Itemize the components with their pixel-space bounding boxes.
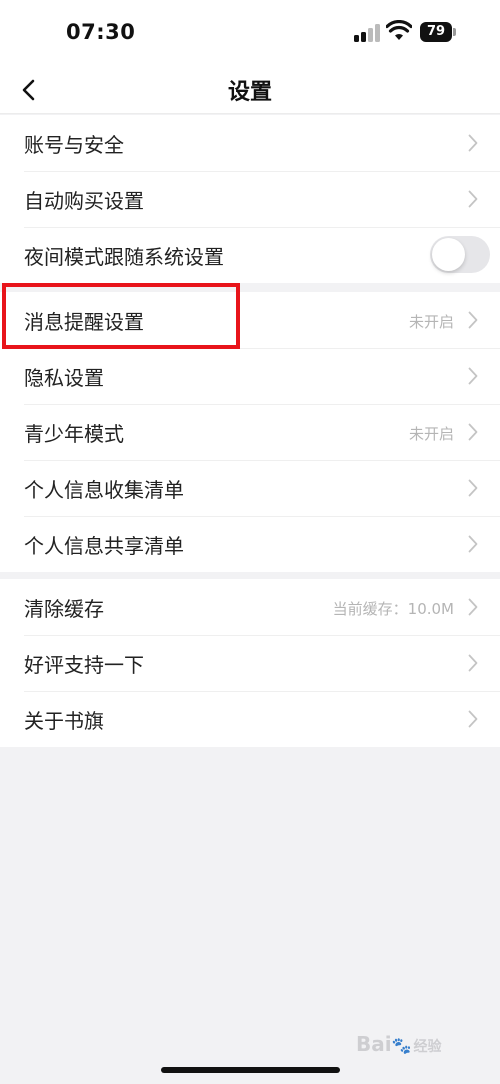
home-indicator[interactable] [161,1067,340,1073]
row-teen-mode[interactable]: 青少年模式 未开启 [0,404,500,460]
chevron-right-icon [468,654,478,672]
row-label: 清除缓存 [24,597,104,621]
row-label: 夜间模式跟随系统设置 [24,245,224,269]
row-label: 好评支持一下 [24,653,144,677]
settings-group-misc: 清除缓存 当前缓存：10.0M 好评支持一下 关于书旗 [0,579,500,747]
row-label: 隐私设置 [24,366,104,390]
row-value: 未开启 [408,313,454,331]
page-title: 设置 [227,80,272,105]
row-label: 消息提醒设置 [24,310,144,334]
settings-group-account: 账号与安全 自动购买设置 夜间模式跟随系统设置 [0,115,500,283]
status-bar: 07:30 79 [0,0,500,66]
chevron-right-icon [468,367,478,385]
row-night-mode: 夜间模式跟随系统设置 [0,227,500,283]
row-personal-info-collection[interactable]: 个人信息收集清单 [0,460,500,516]
toggle-knob [432,238,465,271]
battery-icon: 79 [420,22,456,42]
wifi-icon [386,20,412,40]
row-label: 个人信息收集清单 [24,478,184,502]
chevron-right-icon [468,710,478,728]
chevron-right-icon [468,134,478,152]
row-value: 未开启 [408,425,454,443]
night-mode-toggle[interactable] [430,236,490,273]
row-label: 个人信息共享清单 [24,534,184,558]
row-clear-cache[interactable]: 清除缓存 当前缓存：10.0M [0,579,500,635]
row-privacy-settings[interactable]: 隐私设置 [0,348,500,404]
chevron-right-icon [468,190,478,208]
status-time: 07:30 [66,20,136,44]
row-personal-info-sharing[interactable]: 个人信息共享清单 [0,516,500,572]
chevron-right-icon [468,423,478,441]
navigation-bar: 设置 [0,66,500,114]
row-about[interactable]: 关于书旗 [0,691,500,747]
settings-screen: 07:30 79 设置 账号与安全 自动购买设置 夜间模式跟随系统设置 消息提醒… [0,0,500,1084]
paw-icon: 🐾 [391,1036,412,1055]
chevron-right-icon [468,598,478,616]
row-label: 关于书旗 [24,709,104,733]
row-account-security[interactable]: 账号与安全 [0,115,500,171]
cellular-signal-icon [354,24,382,42]
row-label: 青少年模式 [24,422,124,446]
chevron-right-icon [468,311,478,329]
row-auto-purchase[interactable]: 自动购买设置 [0,171,500,227]
row-label: 账号与安全 [24,133,124,157]
row-label: 自动购买设置 [24,189,144,213]
battery-level: 79 [420,22,452,42]
baidu-watermark: Bai🐾 经验 [356,1032,442,1056]
row-value: 当前缓存：10.0M [332,600,454,618]
row-message-notifications[interactable]: 消息提醒设置 未开启 [0,292,500,348]
chevron-right-icon [468,479,478,497]
settings-group-privacy: 消息提醒设置 未开启 隐私设置 青少年模式 未开启 个人信息收集清单 个人信息共… [0,292,500,572]
row-rate-app[interactable]: 好评支持一下 [0,635,500,691]
chevron-right-icon [468,535,478,553]
